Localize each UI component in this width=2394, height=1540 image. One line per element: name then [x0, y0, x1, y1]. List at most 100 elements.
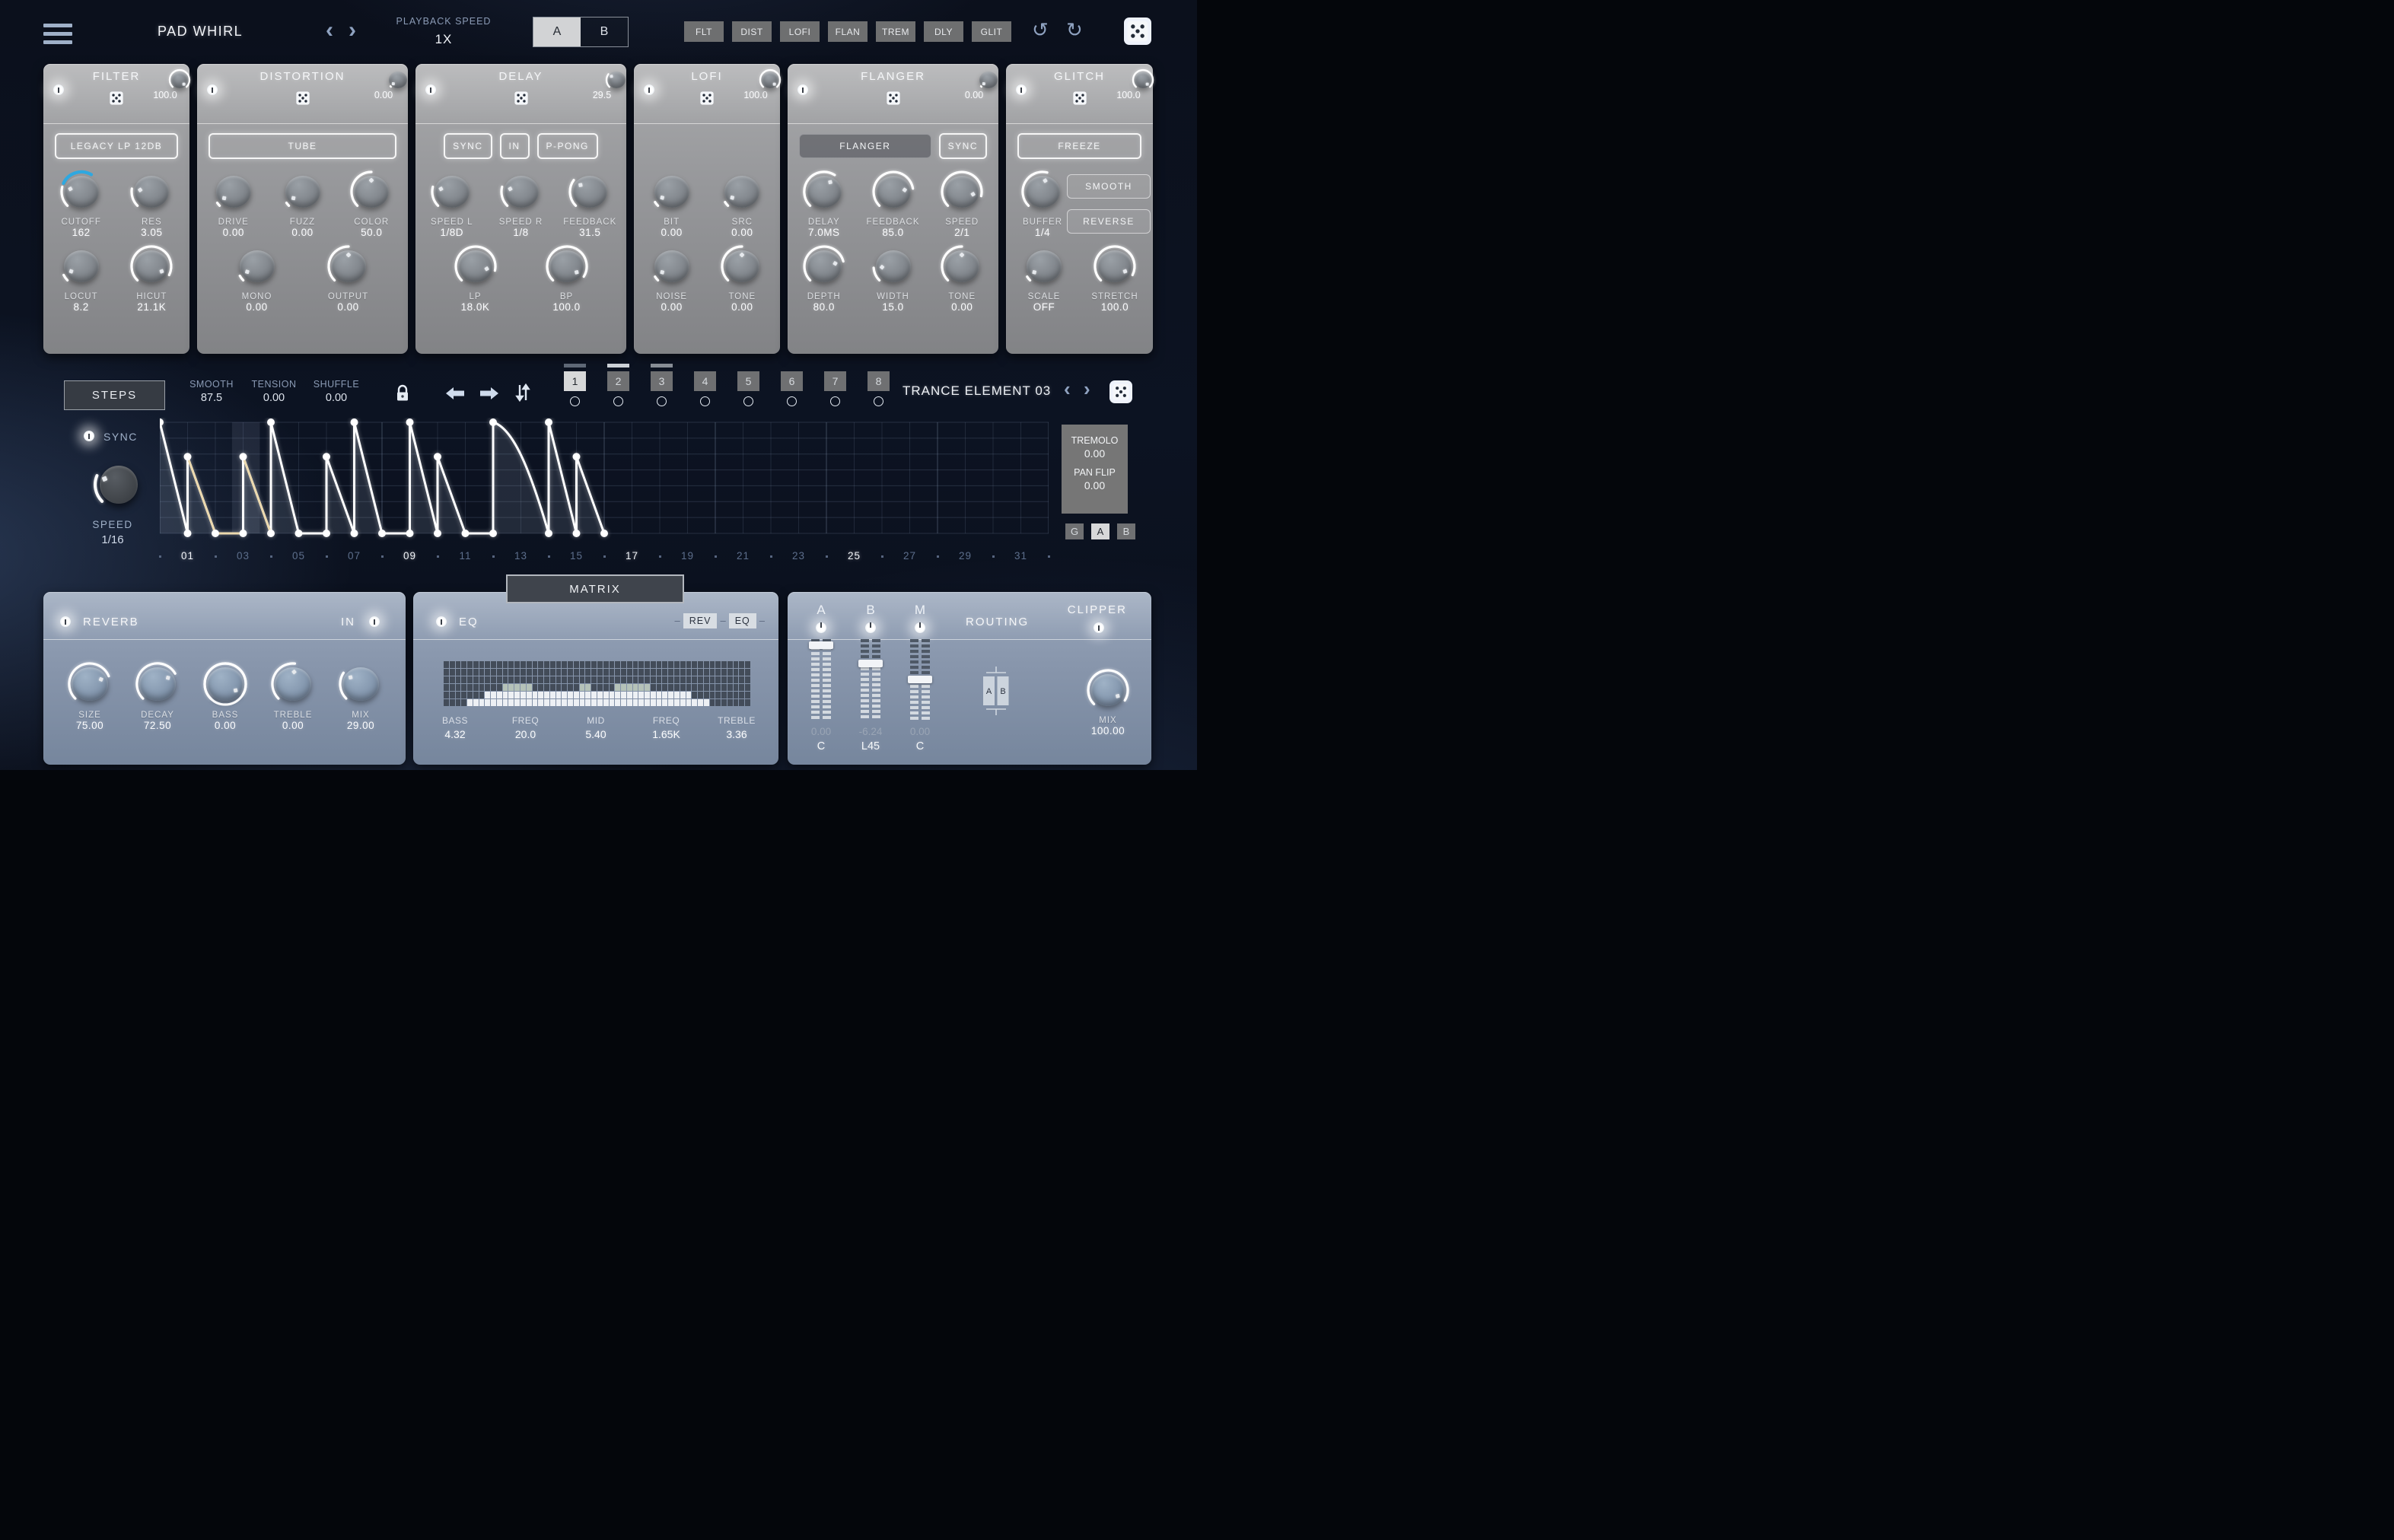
knob-control[interactable]	[428, 170, 476, 214]
module-amount-knob[interactable]: 100.0	[1110, 68, 1147, 100]
fx-shortcut-dly[interactable]: DLY	[924, 21, 963, 42]
fx-shortcut-dist[interactable]: DIST	[732, 21, 772, 42]
knob-control[interactable]	[1018, 170, 1067, 214]
eq-param-freq[interactable]: FREQ1.65K	[640, 715, 693, 740]
knob-control[interactable]	[648, 244, 696, 288]
module-amount-knob[interactable]: 100.0	[147, 68, 183, 100]
layer-button-a[interactable]: A	[1091, 523, 1109, 539]
pattern-page-button[interactable]: 3	[651, 371, 673, 391]
fx-shortcut-flt[interactable]: FLT	[684, 21, 724, 42]
sequence-next-icon[interactable]: ›	[1084, 379, 1090, 399]
module-power-button[interactable]	[425, 84, 436, 95]
knob-control[interactable]	[565, 170, 614, 214]
knob-res[interactable]: RES3.05	[119, 170, 184, 238]
knob-bp[interactable]: BP100.0	[534, 244, 600, 313]
swap-vertical-icon[interactable]	[514, 383, 531, 406]
module-dice-icon[interactable]	[296, 91, 310, 109]
undo-icon[interactable]: ↺	[1032, 21, 1049, 40]
eq-param-bass[interactable]: BASS4.32	[428, 715, 482, 740]
knob-treble[interactable]: TREBLE0.00	[260, 661, 326, 731]
eq-spectrum-display[interactable]	[444, 661, 750, 706]
shift-left-icon[interactable]	[445, 387, 465, 404]
knob-control[interactable]	[938, 244, 986, 288]
sequence-prev-icon[interactable]: ‹	[1064, 379, 1071, 399]
layer-button-b[interactable]: B	[1117, 523, 1135, 539]
knob-control[interactable]	[800, 170, 848, 214]
button-in[interactable]: IN	[500, 133, 530, 159]
knob-buffer[interactable]: BUFFER1/4	[1018, 170, 1067, 238]
knob-src[interactable]: SRC0.00	[709, 170, 775, 238]
tremolo-value[interactable]: 0.00	[1062, 447, 1128, 460]
knob-control[interactable]	[347, 170, 396, 214]
fx-shortcut-trem[interactable]: TREM	[876, 21, 915, 42]
pattern-page-button[interactable]: 1	[564, 371, 586, 391]
module-amount-knob[interactable]: 100.0	[737, 68, 774, 100]
shift-right-icon[interactable]	[479, 387, 499, 404]
knob-control[interactable]	[1084, 668, 1132, 712]
channel-fader[interactable]	[811, 639, 831, 720]
channel-power-button[interactable]	[816, 622, 826, 633]
next-preset-button[interactable]: ›	[349, 21, 356, 40]
knob-control[interactable]	[718, 170, 766, 214]
step-param-shuffle[interactable]: SHUFFLE0.00	[306, 379, 367, 404]
eq-param-mid[interactable]: MID5.40	[569, 715, 622, 740]
button-tube[interactable]: TUBE	[209, 133, 396, 159]
playback-speed-value[interactable]: 1X	[394, 32, 493, 47]
pattern-page-button[interactable]: 6	[781, 371, 803, 391]
knob-feedback[interactable]: FEEDBACK85.0	[861, 170, 926, 238]
eq-eq-tab[interactable]: EQ	[729, 613, 756, 628]
module-power-button[interactable]	[207, 84, 218, 95]
knob-speed[interactable]: SPEED2/1	[929, 170, 995, 238]
fader-handle[interactable]	[858, 660, 883, 667]
channel-power-button[interactable]	[915, 622, 925, 633]
knob-control[interactable]	[65, 661, 115, 707]
knob-control[interactable]	[451, 244, 500, 288]
pattern-page-button[interactable]: 8	[868, 371, 890, 391]
module-power-button[interactable]	[53, 84, 64, 95]
knob-output[interactable]: OUTPUT0.00	[316, 244, 381, 313]
knob-ctrl[interactable]	[1110, 68, 1176, 91]
button-freeze[interactable]: FREEZE	[1017, 133, 1141, 159]
channel-pan-value[interactable]: L45	[849, 740, 892, 752]
knob-width[interactable]: WIDTH15.0	[861, 244, 926, 313]
pattern-page-button[interactable]: 7	[824, 371, 846, 391]
knob-control[interactable]	[718, 244, 766, 288]
module-dice-icon[interactable]	[887, 91, 900, 109]
knob-speed-l[interactable]: SPEED L1/8D	[419, 170, 485, 238]
knob-control[interactable]	[1130, 68, 1156, 91]
ab-toggle-b[interactable]: B	[581, 18, 628, 46]
channel-gain-value[interactable]: 0.00	[899, 726, 941, 737]
knob-control[interactable]	[127, 244, 176, 288]
clipper-power-button[interactable]	[1094, 622, 1104, 633]
knob-fuzz[interactable]: FUZZ0.00	[270, 170, 336, 238]
knob-bass[interactable]: BASS0.00	[193, 661, 258, 731]
module-amount-knob[interactable]: 29.5	[584, 68, 620, 100]
pan-flip-value[interactable]: 0.00	[1062, 479, 1128, 492]
module-power-button[interactable]	[644, 84, 654, 95]
module-dice-icon[interactable]	[1073, 91, 1087, 109]
channel-pan-value[interactable]: C	[899, 740, 941, 752]
knob-control[interactable]	[132, 661, 183, 707]
knob-bit[interactable]: BIT0.00	[639, 170, 705, 238]
channel-fader[interactable]	[910, 639, 930, 720]
knob-control[interactable]	[200, 661, 250, 707]
fx-shortcut-glit[interactable]: GLIT	[972, 21, 1011, 42]
step-param-smooth[interactable]: SMOOTH87.5	[181, 379, 242, 404]
eq-power-button[interactable]	[436, 616, 447, 627]
knob-control[interactable]	[1020, 244, 1068, 288]
knob-control[interactable]	[324, 244, 373, 288]
steps-mode-button[interactable]: STEPS	[64, 380, 165, 410]
knob-feedback[interactable]: FEEDBACK31.5	[557, 170, 622, 238]
pattern-page-radio[interactable]	[743, 396, 753, 406]
knob-hicut[interactable]: HICUT21.1K	[119, 244, 184, 313]
knob-color[interactable]: COLOR50.0	[339, 170, 404, 238]
knob-mix[interactable]: MIX29.00	[328, 661, 393, 731]
knob-control[interactable]	[57, 170, 106, 214]
pattern-page-radio[interactable]	[613, 396, 623, 406]
step-envelope-graph[interactable]	[160, 418, 1049, 545]
knob-cutoff[interactable]: CUTOFF162	[49, 170, 114, 238]
knob-control[interactable]	[648, 170, 696, 214]
lock-icon[interactable]	[395, 384, 410, 406]
pattern-page-radio[interactable]	[700, 396, 710, 406]
pattern-page-radio[interactable]	[830, 396, 840, 406]
